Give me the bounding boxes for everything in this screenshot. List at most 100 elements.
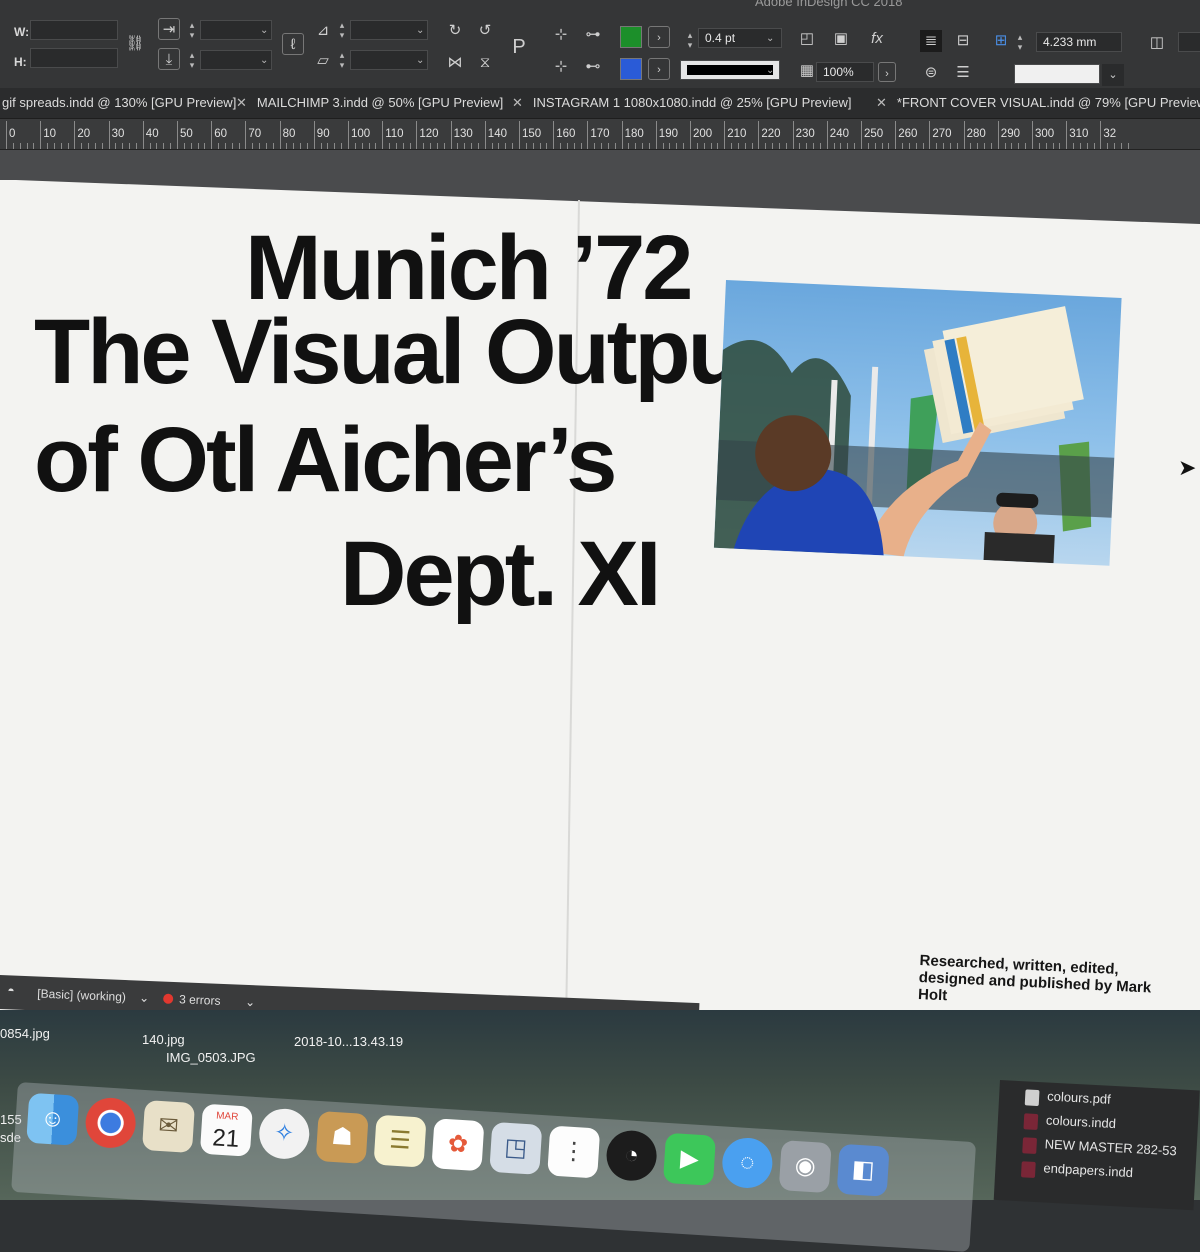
rotate-cw-icon[interactable]: ↻ <box>444 20 466 42</box>
ruler-number: 270 <box>932 128 952 140</box>
stroke-swatch[interactable] <box>620 58 642 80</box>
extra-field[interactable] <box>1178 32 1200 52</box>
stroke-type-field[interactable] <box>680 60 780 80</box>
control-panel: Adobe InDesign CC 2018 W: H: ⛓ ⇥ ▴ ▾ ⌄ ⤓ … <box>0 0 1200 89</box>
finder-file-item[interactable]: colours.pdf <box>1047 1089 1111 1107</box>
frame-style-field[interactable] <box>1014 64 1100 84</box>
scale-y-dropdown-icon[interactable]: ⌄ <box>260 55 268 66</box>
desktop-file-label[interactable]: 140.jpg <box>142 1032 185 1047</box>
chrome-icon[interactable] <box>84 1096 138 1150</box>
cover-photo[interactable] <box>713 280 1122 566</box>
stroke-weight-stepper[interactable]: ▴ ▾ <box>684 30 696 50</box>
horizontal-ruler[interactable]: 0 10 20 30 40 50 60 70 80 90 100 110 120 130 140 150 160… <box>0 119 1200 150</box>
ruler-minor-tick <box>327 143 329 149</box>
select-content-icon[interactable]: ⊶ <box>582 24 604 46</box>
reminders-icon[interactable]: ⋮ <box>547 1125 601 1179</box>
fill-swatch[interactable] <box>620 26 642 48</box>
frame-style-dropdown-icon[interactable]: ⌄ <box>1102 64 1124 86</box>
close-icon[interactable]: ✕ <box>876 95 887 110</box>
drop-shadow-icon[interactable]: ▣ <box>830 28 852 50</box>
preflight-profile[interactable]: [Basic] (working) <box>37 987 126 1005</box>
rotate-dropdown-icon[interactable]: ⌄ <box>416 25 424 36</box>
photos-icon[interactable]: ✿ <box>431 1118 485 1172</box>
screenshot-icon[interactable]: ◉ <box>778 1140 832 1194</box>
desktop-file-label[interactable]: IMG_0503.JPG <box>166 1050 256 1065</box>
notes-icon[interactable]: ☰ <box>373 1114 427 1168</box>
headline-line-3[interactable]: of Otl Aicher’s <box>34 414 617 506</box>
scale-y-stepper[interactable]: ▴ ▾ <box>186 50 198 70</box>
scale-x-dropdown-icon[interactable]: ⌄ <box>260 25 268 36</box>
ruler-minor-tick <box>867 143 869 149</box>
constrain-proportions-icon[interactable]: ⛓ <box>124 33 146 55</box>
finder-file-item[interactable]: NEW MASTER 282-53 <box>1044 1136 1177 1158</box>
text-wrap-shape-icon[interactable]: ⊜ <box>920 62 942 84</box>
text-wrap-bounding-icon[interactable]: ⊟ <box>952 30 974 52</box>
ruler-minor-tick <box>477 143 479 149</box>
stroke-dropdown-icon[interactable]: › <box>648 58 670 80</box>
flip-horizontal-icon[interactable]: ⋈ <box>444 52 466 74</box>
offset-field[interactable]: 4.233 mm <box>1036 32 1122 52</box>
calendar-icon[interactable]: MAR 21 <box>199 1103 253 1157</box>
stroke-weight-dropdown-icon[interactable]: ⌄ <box>766 33 774 44</box>
opacity-field[interactable]: 100% <box>816 62 874 82</box>
align-icon[interactable]: ◫ <box>1146 32 1168 54</box>
dashboard-icon[interactable]: ◔ <box>605 1129 659 1183</box>
ruler-minor-tick <box>1025 143 1027 149</box>
headline-line-4[interactable]: Dept. XI <box>340 528 661 620</box>
finder-file-item[interactable]: colours.indd <box>1046 1112 1117 1131</box>
finder-icon[interactable]: ☺ <box>26 1092 80 1146</box>
shear-dropdown-icon[interactable]: ⌄ <box>416 55 424 66</box>
messages-icon[interactable]: ◌ <box>720 1136 774 1190</box>
select-previous-icon[interactable]: ⊹ <box>550 56 572 78</box>
select-next-icon[interactable]: ⊷ <box>582 56 604 78</box>
opacity-dropdown-icon[interactable]: › <box>878 62 896 82</box>
text-wrap-none-icon[interactable]: ≣ <box>920 30 942 52</box>
scale-x-icon[interactable]: ⇥ <box>158 18 180 40</box>
fitting-icon[interactable]: ⊞ <box>990 30 1012 52</box>
paragraph-p-icon[interactable]: P <box>508 36 530 58</box>
ruler-tick <box>6 121 7 149</box>
shear-stepper[interactable]: ▴ ▾ <box>336 50 348 70</box>
offset-stepper[interactable]: ▴ ▾ <box>1014 32 1026 52</box>
preview-icon[interactable]: ◳ <box>489 1121 543 1175</box>
close-icon[interactable]: ✕ <box>236 95 247 110</box>
effects-fx-icon[interactable]: fx <box>866 28 888 50</box>
fill-dropdown-icon[interactable]: › <box>648 26 670 48</box>
finder-file-item[interactable]: endpapers.indd <box>1043 1160 1133 1180</box>
tab-instagram[interactable]: ✕ INSTAGRAM 1 1080x1080.indd @ 25% [GPU P… <box>512 95 852 111</box>
desktop-file-label[interactable]: 0854.jpg <box>0 1026 50 1041</box>
errors-dropdown-icon[interactable]: ⌄ <box>245 995 256 1009</box>
credit-text[interactable]: Researched, written, edited, designed an… <box>918 952 1160 1014</box>
tab-front-cover-visual[interactable]: ✕ *FRONT COVER VISUAL.indd @ 79% [GPU Pre… <box>876 95 1200 111</box>
headline-line-2[interactable]: The Visual Output <box>34 306 771 398</box>
tab-gif-spreads[interactable]: gif spreads.indd @ 130% [GPU Preview] <box>2 95 236 110</box>
tab-label: INSTAGRAM 1 1080x1080.indd @ 25% [GPU Pr… <box>532 95 852 110</box>
mail-icon[interactable]: ✉ <box>141 1100 196 1154</box>
select-container-icon[interactable]: ⊹ <box>550 24 572 46</box>
close-icon[interactable]: ✕ <box>512 95 523 110</box>
app-icon[interactable]: ◧ <box>836 1143 890 1197</box>
preflight-errors[interactable]: 3 errors <box>162 992 221 1008</box>
preflight-dropdown-icon[interactable]: ⌄ <box>139 991 150 1005</box>
text-wrap-jump-icon[interactable]: ☰ <box>952 62 974 84</box>
ruler-tick <box>279 121 281 149</box>
tab-label: *FRONT COVER VISUAL.indd @ 79% [GPU Prev… <box>896 95 1200 110</box>
scale-x-stepper[interactable]: ▴ ▾ <box>186 20 198 40</box>
stroke-type-dropdown-icon[interactable]: ⌄ <box>766 65 774 76</box>
rotate-ccw-icon[interactable]: ↺ <box>474 20 496 42</box>
user-icon: ◓ <box>7 983 15 998</box>
flip-vertical-icon[interactable]: ⧖ <box>474 52 496 74</box>
frame-corner-icon[interactable]: ◰ <box>796 28 818 50</box>
tab-mailchimp[interactable]: ✕ MAILCHIMP 3.indd @ 50% [GPU Preview] <box>236 95 503 111</box>
width-field[interactable] <box>30 20 118 40</box>
ruler-minor-tick <box>238 143 240 149</box>
rotate-stepper[interactable]: ▴ ▾ <box>336 20 348 40</box>
contacts-icon[interactable]: ☗ <box>315 1110 369 1164</box>
facetime-icon[interactable]: ▶ <box>662 1132 716 1186</box>
height-field[interactable] <box>30 48 118 68</box>
ruler-number: 80 <box>282 128 296 140</box>
scale-y-icon[interactable]: ⤓ <box>158 48 180 70</box>
desktop-file-label[interactable]: 2018-10...13.43.19 <box>294 1034 403 1049</box>
safari-compass-icon[interactable]: ✧ <box>257 1107 311 1161</box>
link-scale-icon[interactable]: ℓ <box>282 33 304 55</box>
